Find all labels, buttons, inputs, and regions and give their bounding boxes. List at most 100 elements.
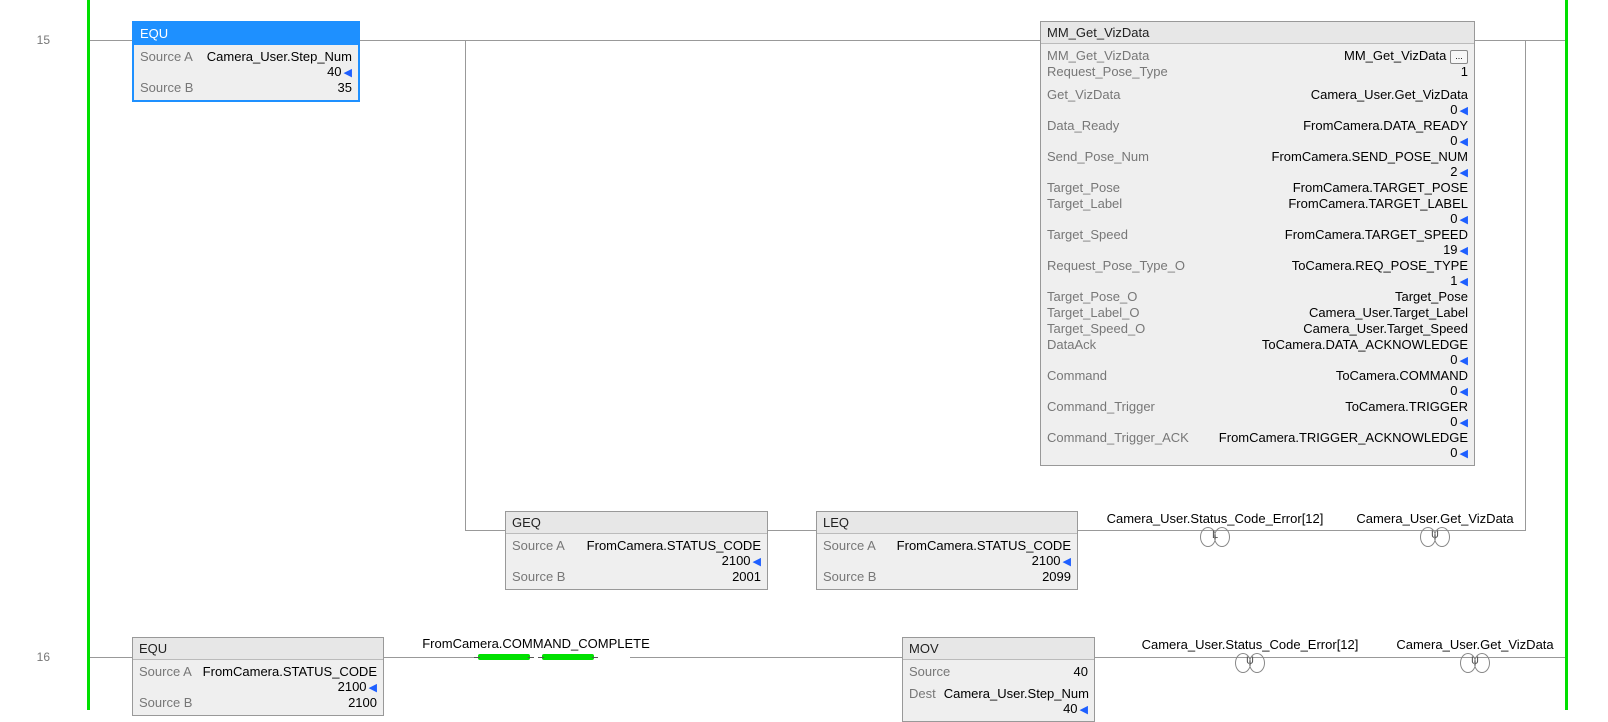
coil-label: Camera_User.Get_VizData (1385, 637, 1565, 652)
param-label: Data_Ready (1047, 118, 1119, 134)
param-value[interactable]: FromCamera.STATUS_CODE (897, 538, 1071, 554)
param-label: Source A (823, 538, 876, 554)
param-value[interactable]: ToCamera.REQ_POSE_TYPE (1292, 258, 1468, 274)
param-label: Source A (512, 538, 565, 554)
param-value[interactable]: ToCamera.DATA_ACKNOWLEDGE (1262, 337, 1468, 353)
param-value[interactable]: Camera_User.Get_VizData (1311, 87, 1468, 103)
instruction-title: MOV (903, 638, 1094, 660)
wire (90, 40, 132, 41)
arrow-icon: ◀ (1460, 104, 1468, 118)
live-value: 0◀ (1047, 134, 1468, 149)
wire (465, 530, 505, 531)
equ-instruction-16[interactable]: EQU Source A FromCamera.STATUS_CODE 2100… (132, 637, 384, 716)
instruction-title: EQU (133, 638, 383, 660)
wire (90, 657, 132, 658)
param-label: Request_Pose_Type (1047, 64, 1168, 80)
param-value[interactable]: 40 (1074, 664, 1088, 680)
param-value[interactable]: FromCamera.TARGET_SPEED (1285, 227, 1468, 243)
live-value: 2100◀ (512, 554, 761, 569)
param-label: Dest (909, 686, 936, 702)
live-value: 0◀ (1047, 353, 1468, 368)
arrow-icon: ◀ (1460, 213, 1468, 227)
live-value: 0◀ (1047, 384, 1468, 399)
param-label: Command_Trigger_ACK (1047, 430, 1189, 446)
coil-label: Camera_User.Get_VizData (1345, 511, 1525, 526)
param-label: Command_Trigger (1047, 399, 1155, 415)
rung-number-15: 15 (10, 33, 50, 47)
instruction-title: GEQ (506, 512, 767, 534)
param-value[interactable]: FromCamera.STATUS_CODE (587, 538, 761, 554)
wire (360, 40, 1040, 41)
arrow-icon: ◀ (1460, 166, 1468, 180)
param-label: Send_Pose_Num (1047, 149, 1149, 165)
param-value[interactable]: MM_Get_VizData ... (1344, 48, 1468, 64)
rail-left (87, 0, 90, 710)
param-label: Source A (139, 664, 192, 680)
unlatch-coil-15b[interactable]: Camera_User.Get_VizData U (1345, 511, 1525, 549)
leq-instruction[interactable]: LEQ Source A FromCamera.STATUS_CODE 2100… (816, 511, 1078, 590)
param-value[interactable]: ToCamera.COMMAND (1336, 368, 1468, 384)
arrow-icon: ◀ (1460, 135, 1468, 149)
geq-instruction[interactable]: GEQ Source A FromCamera.STATUS_CODE 2100… (505, 511, 768, 590)
unlatch-coil-16b[interactable]: Camera_User.Get_VizData U (1385, 637, 1565, 675)
param-value[interactable]: FromCamera.TRIGGER_ACKNOWLEDGE (1219, 430, 1468, 446)
param-label: Source B (140, 80, 193, 96)
live-value: 0◀ (1047, 446, 1468, 461)
coil-label: Camera_User.Status_Code_Error[12] (1100, 511, 1330, 526)
arrow-icon: ◀ (1460, 385, 1468, 399)
param-value[interactable]: 1 (1461, 64, 1468, 80)
param-label: Source B (139, 695, 192, 711)
wire (768, 530, 816, 531)
arrow-icon: ◀ (1080, 703, 1088, 717)
param-label: Target_Pose (1047, 180, 1120, 196)
param-value[interactable]: 35 (338, 80, 352, 96)
coil-icon: U (1420, 528, 1450, 546)
arrow-icon: ◀ (1063, 555, 1071, 569)
param-label: Target_Speed (1047, 227, 1128, 243)
param-value[interactable]: Camera_User.Target_Label (1309, 305, 1468, 321)
live-value: 40◀ (140, 65, 352, 80)
wire (465, 40, 466, 530)
latch-coil-15a[interactable]: Camera_User.Status_Code_Error[12] L (1100, 511, 1330, 549)
param-value[interactable]: Target_Pose (1395, 289, 1468, 305)
param-value[interactable]: FromCamera.DATA_READY (1303, 118, 1468, 134)
xic-contact-16[interactable]: FromCamera.COMMAND_COMPLETE (416, 636, 656, 660)
instruction-title: MM_Get_VizData (1041, 22, 1474, 44)
param-label: Request_Pose_Type_O (1047, 258, 1185, 274)
live-value: 19◀ (1047, 243, 1468, 258)
param-label: MM_Get_VizData (1047, 48, 1149, 64)
param-value[interactable]: FromCamera.STATUS_CODE (203, 664, 377, 680)
contact-bar-icon (478, 654, 530, 660)
live-value: 0◀ (1047, 103, 1468, 118)
param-value[interactable]: 2100 (348, 695, 377, 711)
param-label: Target_Label (1047, 196, 1122, 212)
param-value[interactable]: 2001 (732, 569, 761, 585)
arrow-icon: ◀ (753, 555, 761, 569)
param-label: Command (1047, 368, 1107, 384)
param-label: Target_Pose_O (1047, 289, 1137, 305)
equ-instruction-15[interactable]: EQU Source A Camera_User.Step_Num 40◀ So… (132, 21, 360, 102)
param-value[interactable]: 2099 (1042, 569, 1071, 585)
param-value[interactable]: Camera_User.Step_Num (207, 49, 352, 65)
param-value[interactable]: Camera_User.Step_Num (944, 686, 1089, 702)
param-value[interactable]: Camera_User.Target_Speed (1303, 321, 1468, 337)
param-label: Target_Speed_O (1047, 321, 1145, 337)
wire (630, 657, 902, 658)
live-value: 1◀ (1047, 274, 1468, 289)
param-value[interactable]: FromCamera.TARGET_LABEL (1288, 196, 1468, 212)
arrow-icon: ◀ (1460, 447, 1468, 461)
live-value: 0◀ (1047, 415, 1468, 430)
param-value[interactable]: FromCamera.TARGET_POSE (1293, 180, 1468, 196)
unlatch-coil-16a[interactable]: Camera_User.Status_Code_Error[12] U (1135, 637, 1365, 675)
live-value: 2100◀ (139, 680, 377, 695)
wire (1475, 40, 1565, 41)
param-value[interactable]: ToCamera.TRIGGER (1345, 399, 1468, 415)
arrow-icon: ◀ (369, 681, 377, 695)
param-value[interactable]: FromCamera.SEND_POSE_NUM (1272, 149, 1469, 165)
rail-right (1565, 0, 1568, 710)
param-label: Source A (140, 49, 193, 65)
wire (1525, 40, 1526, 531)
browse-button[interactable]: ... (1450, 50, 1468, 64)
mm-get-vizdata-instruction[interactable]: MM_Get_VizData MM_Get_VizData MM_Get_VizD… (1040, 21, 1475, 466)
mov-instruction[interactable]: MOV Source 40 Dest Camera_User.Step_Num … (902, 637, 1095, 722)
